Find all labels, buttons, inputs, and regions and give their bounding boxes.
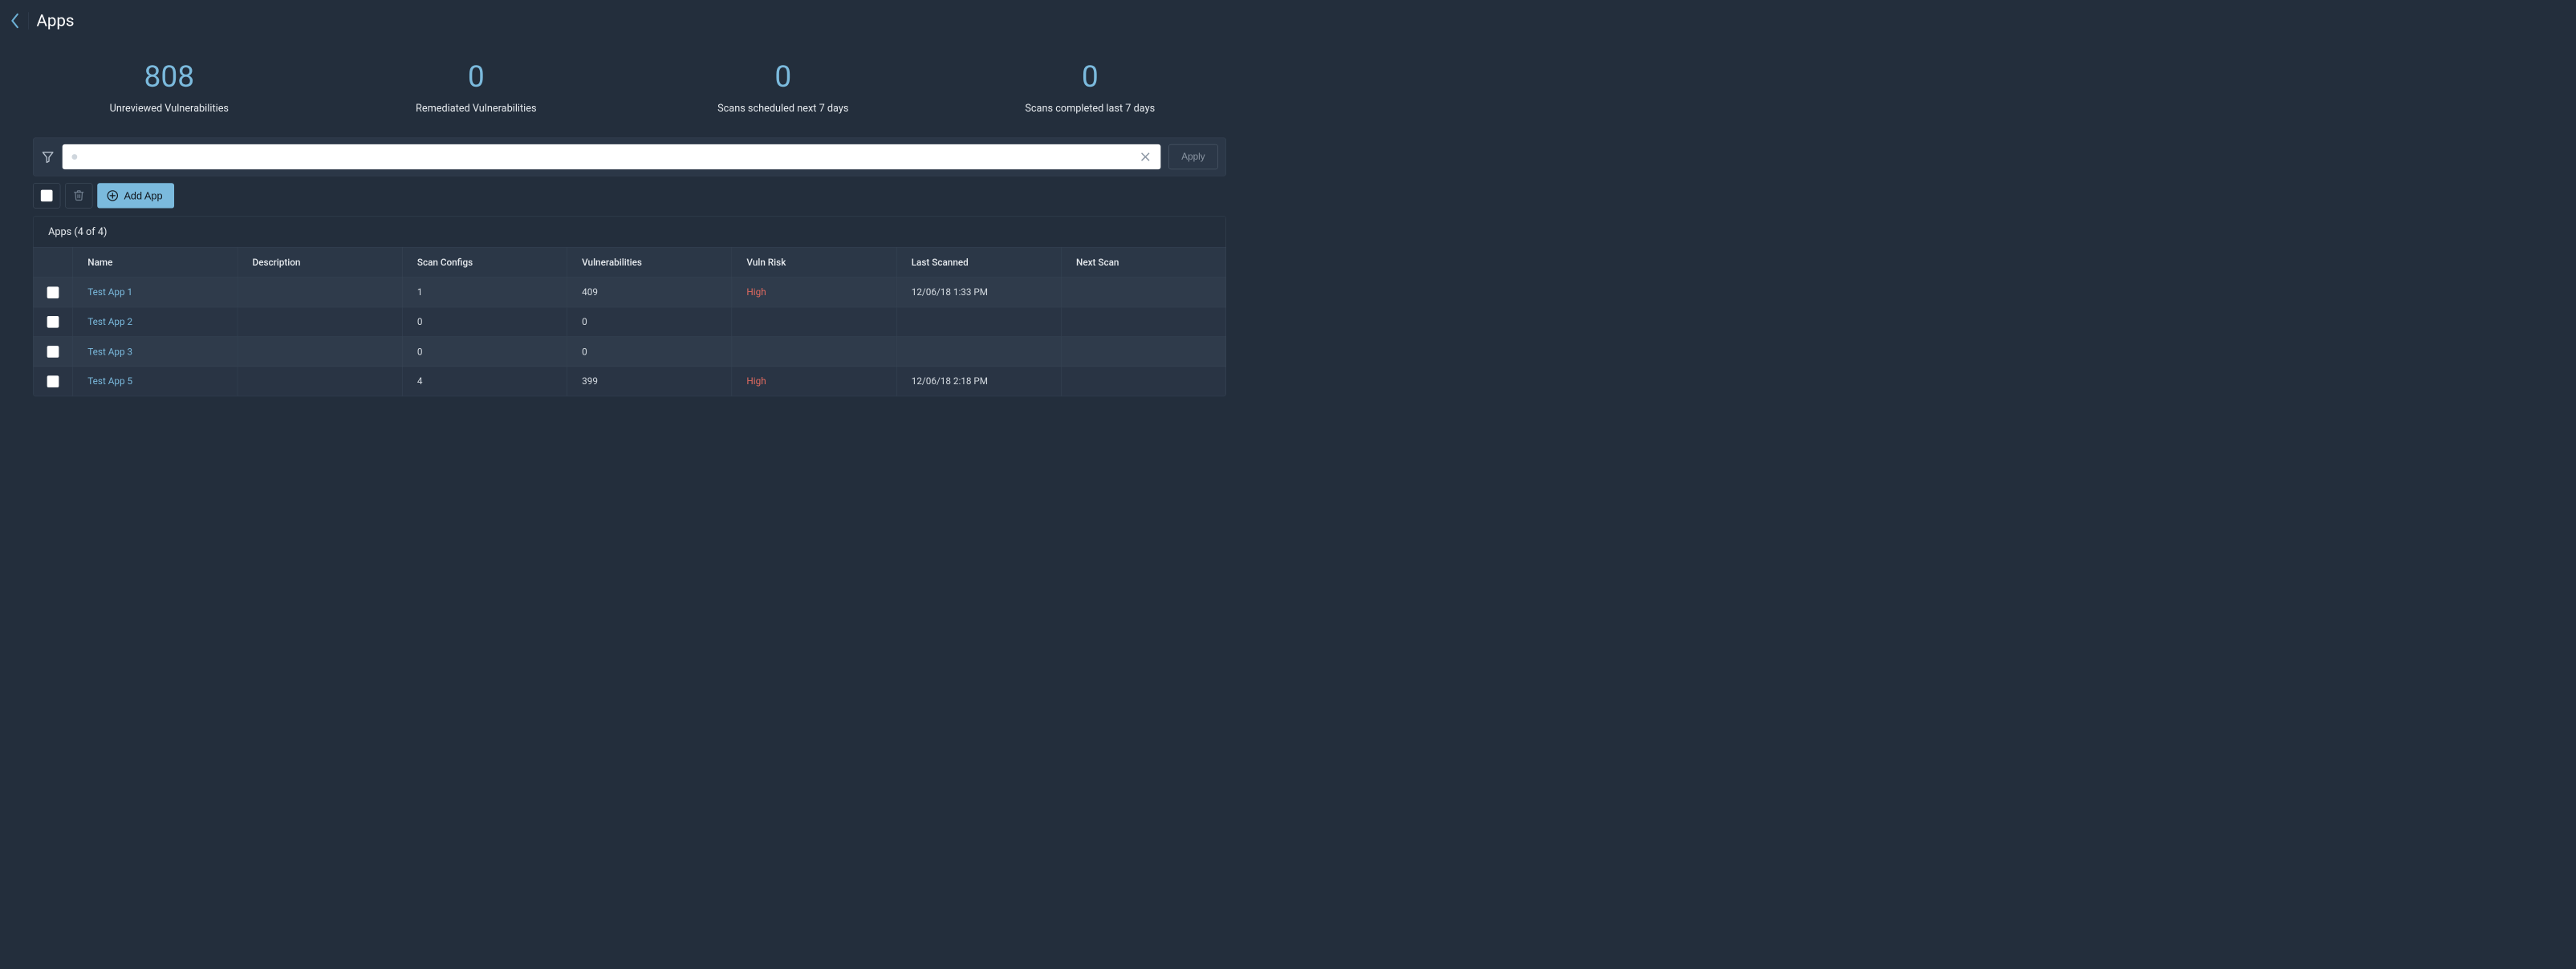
checkbox-icon bbox=[41, 190, 53, 202]
table-header-row: Name Description Scan Configs Vulnerabil… bbox=[34, 247, 1226, 278]
row-checkbox-cell[interactable] bbox=[34, 278, 73, 307]
stat-label: Scans completed last 7 days bbox=[937, 103, 1243, 115]
select-all-checkbox[interactable] bbox=[33, 183, 60, 208]
app-name-link[interactable]: Test App 3 bbox=[87, 346, 132, 357]
col-header-scan-configs[interactable]: Scan Configs bbox=[402, 247, 567, 278]
stat-value: 0 bbox=[937, 62, 1243, 91]
cell-name: Test App 3 bbox=[72, 337, 237, 367]
stat-label: Remediated Vulnerabilities bbox=[323, 103, 629, 115]
stat-label: Unreviewed Vulnerabilities bbox=[16, 103, 323, 115]
row-checkbox-cell[interactable] bbox=[34, 367, 73, 396]
table-row: Test App 3 00 bbox=[34, 337, 1226, 367]
cell-next-scan bbox=[1061, 337, 1225, 367]
trash-icon bbox=[73, 189, 85, 202]
cell-scan-configs: 0 bbox=[402, 337, 567, 367]
table-toolbar: Add App bbox=[33, 183, 1226, 208]
app-name-link[interactable]: Test App 1 bbox=[87, 286, 132, 298]
cell-description bbox=[238, 337, 402, 367]
apply-button[interactable]: Apply bbox=[1168, 144, 1218, 169]
stat-scheduled[interactable]: 0 Scans scheduled next 7 days bbox=[630, 62, 937, 114]
stat-value: 0 bbox=[630, 62, 937, 91]
apps-table-container: Apps (4 of 4) Name Description Scan Conf… bbox=[33, 216, 1226, 396]
cell-next-scan bbox=[1061, 278, 1225, 307]
cell-last-scanned: 12/06/18 1:33 PM bbox=[896, 278, 1061, 307]
col-header-name[interactable]: Name bbox=[72, 247, 237, 278]
stat-label: Scans scheduled next 7 days bbox=[630, 103, 937, 115]
cell-description bbox=[238, 367, 402, 396]
cell-name: Test App 1 bbox=[72, 278, 237, 307]
apps-table: Name Description Scan Configs Vulnerabil… bbox=[34, 247, 1226, 396]
table-row: Test App 2 00 bbox=[34, 307, 1226, 337]
cell-description bbox=[238, 278, 402, 307]
stat-remediated[interactable]: 0 Remediated Vulnerabilities bbox=[323, 62, 629, 114]
search-bullet-icon bbox=[71, 154, 77, 160]
cell-vuln-risk: High bbox=[732, 278, 896, 307]
cell-last-scanned: 12/06/18 2:18 PM bbox=[896, 367, 1061, 396]
checkbox-icon bbox=[47, 286, 59, 298]
search-input-wrap bbox=[63, 144, 1161, 169]
cell-scan-configs: 4 bbox=[402, 367, 567, 396]
cell-scan-configs: 0 bbox=[402, 307, 567, 337]
cell-description bbox=[238, 307, 402, 337]
add-app-button[interactable]: Add App bbox=[97, 183, 174, 208]
stat-completed[interactable]: 0 Scans completed last 7 days bbox=[937, 62, 1243, 114]
cell-vulnerabilities: 409 bbox=[567, 278, 731, 307]
cell-next-scan bbox=[1061, 307, 1225, 337]
cell-vuln-risk: High bbox=[732, 367, 896, 396]
add-app-label: Add App bbox=[124, 189, 162, 201]
back-icon[interactable] bbox=[10, 13, 21, 29]
table-row: Test App 5 4399High12/06/18 2:18 PM bbox=[34, 367, 1226, 396]
cell-vulnerabilities: 0 bbox=[567, 337, 731, 367]
table-title: Apps (4 of 4) bbox=[34, 217, 1226, 247]
app-name-link[interactable]: Test App 2 bbox=[87, 316, 132, 327]
checkbox-icon bbox=[47, 346, 59, 358]
col-header-checkbox bbox=[34, 247, 73, 278]
search-input[interactable] bbox=[83, 152, 1140, 163]
filter-bar: Apply bbox=[33, 138, 1226, 176]
cell-name: Test App 5 bbox=[72, 367, 237, 396]
page-header: Apps bbox=[0, 0, 1259, 46]
app-name-link[interactable]: Test App 5 bbox=[87, 375, 132, 387]
row-checkbox-cell[interactable] bbox=[34, 307, 73, 337]
col-header-next-scan[interactable]: Next Scan bbox=[1061, 247, 1225, 278]
delete-button[interactable] bbox=[65, 183, 92, 208]
cell-name: Test App 2 bbox=[72, 307, 237, 337]
cell-vuln-risk bbox=[732, 337, 896, 367]
cell-scan-configs: 1 bbox=[402, 278, 567, 307]
col-header-vuln-risk[interactable]: Vuln Risk bbox=[732, 247, 896, 278]
stat-value: 0 bbox=[323, 62, 629, 91]
cell-vulnerabilities: 0 bbox=[567, 307, 731, 337]
clear-icon[interactable] bbox=[1140, 151, 1152, 163]
col-header-vulnerabilities[interactable]: Vulnerabilities bbox=[567, 247, 731, 278]
checkbox-icon bbox=[47, 316, 59, 328]
cell-vulnerabilities: 399 bbox=[567, 367, 731, 396]
plus-circle-icon bbox=[107, 190, 119, 202]
filter-icon[interactable] bbox=[41, 150, 55, 164]
stat-unreviewed[interactable]: 808 Unreviewed Vulnerabilities bbox=[16, 62, 323, 114]
stats-row: 808 Unreviewed Vulnerabilities 0 Remedia… bbox=[0, 46, 1259, 137]
col-header-description[interactable]: Description bbox=[238, 247, 402, 278]
cell-last-scanned bbox=[896, 307, 1061, 337]
table-row: Test App 1 1409High12/06/18 1:33 PM bbox=[34, 278, 1226, 307]
row-checkbox-cell[interactable] bbox=[34, 337, 73, 367]
page-title: Apps bbox=[36, 11, 74, 30]
cell-next-scan bbox=[1061, 367, 1225, 396]
stat-value: 808 bbox=[16, 62, 323, 91]
cell-vuln-risk bbox=[732, 307, 896, 337]
col-header-last-scanned[interactable]: Last Scanned bbox=[896, 247, 1061, 278]
cell-last-scanned bbox=[896, 337, 1061, 367]
checkbox-icon bbox=[47, 375, 59, 387]
